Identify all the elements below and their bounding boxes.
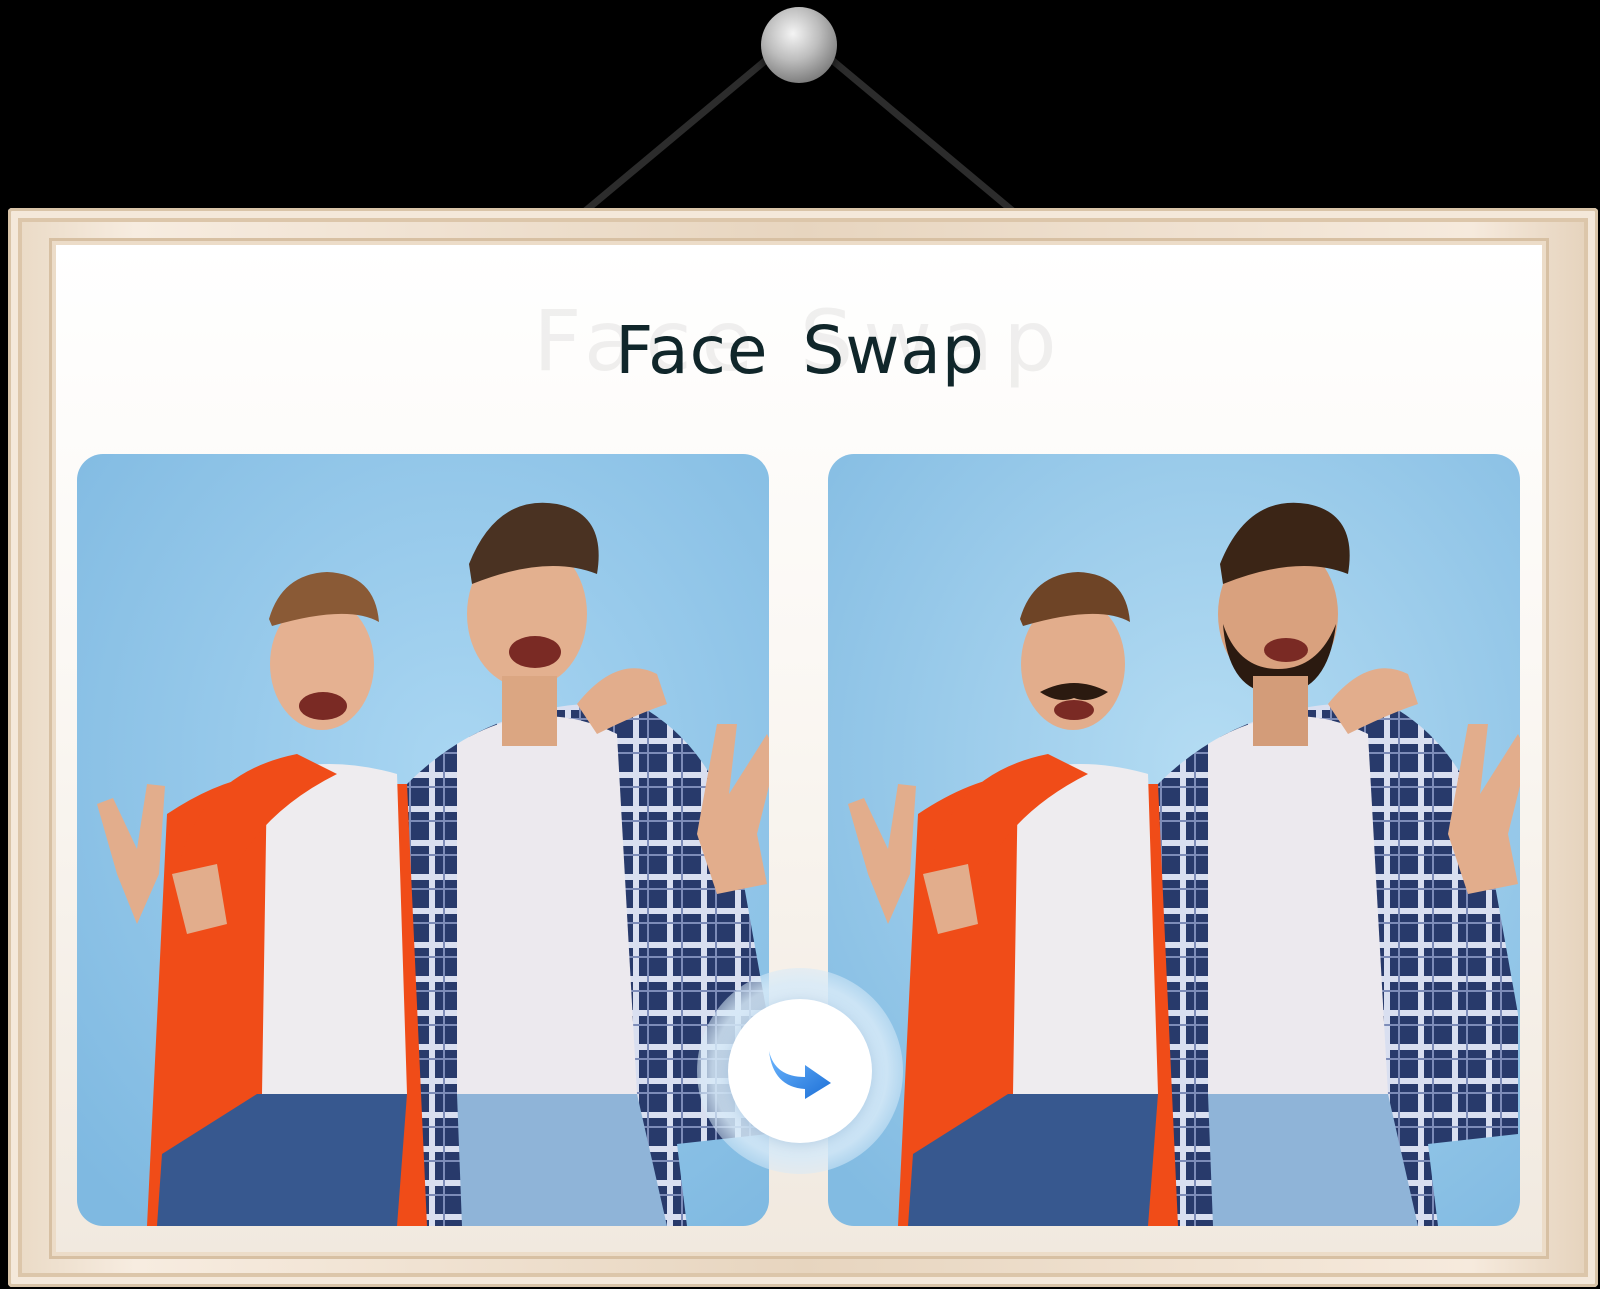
pushpin-icon [761,7,837,83]
original-photo [77,454,769,1226]
swap-button[interactable] [728,999,872,1143]
page-title: Face Swap [615,312,985,389]
wall: Face Swap Face Swap [0,0,1600,1289]
swapped-photo [828,454,1520,1226]
swap-arrow-icon [769,1051,831,1099]
